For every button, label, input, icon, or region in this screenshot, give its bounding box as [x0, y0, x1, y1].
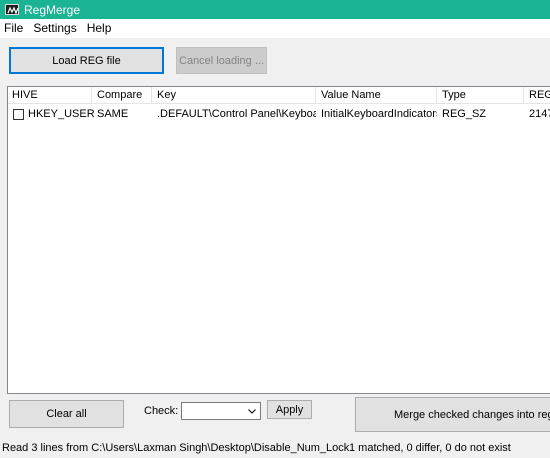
check-label: Check:	[144, 405, 179, 417]
menu-help[interactable]: Help	[82, 19, 117, 38]
column-header-key[interactable]: Key	[153, 87, 316, 104]
cell-hive: HKEY_USERS	[28, 108, 94, 120]
title-bar: RegMerge	[0, 0, 550, 19]
column-header-compare[interactable]: Compare	[93, 87, 152, 104]
cell-type: REG_SZ	[442, 108, 487, 120]
check-dropdown[interactable]	[181, 402, 261, 420]
table-row[interactable]: HKEY_USERS SAME .DEFAULT\Control Panel\K…	[8, 105, 550, 124]
menu-bar: File Settings Help	[0, 19, 550, 38]
window-title: RegMerge	[24, 2, 81, 17]
status-message: Read 3 lines from C:\Users\Laxman Singh\…	[2, 442, 349, 454]
check-dropdown-value	[182, 402, 186, 420]
row-checkbox[interactable]	[13, 109, 24, 120]
column-header-reg[interactable]: REG s	[525, 87, 550, 104]
regmerge-app-icon	[5, 4, 19, 15]
cell-compare: SAME	[97, 108, 129, 120]
status-summary: 1 matched, 0 differ, 0 do not exist	[349, 442, 511, 454]
menu-file[interactable]: File	[0, 19, 28, 38]
registry-list[interactable]: HIVE Compare Key Value Name Type REG s H…	[7, 86, 550, 394]
merge-changes-button[interactable]: Merge checked changes into registry o	[355, 397, 550, 432]
cell-value-name: InitialKeyboardIndicators	[321, 108, 437, 120]
cell-key: .DEFAULT\Control Panel\Keyboard	[157, 108, 316, 120]
load-reg-file-button[interactable]: Load REG file	[9, 47, 164, 74]
column-header-value-name[interactable]: Value Name	[317, 87, 437, 104]
apply-button[interactable]: Apply	[267, 400, 312, 419]
cancel-loading-button[interactable]: Cancel loading ...	[176, 47, 267, 74]
cell-reg: 2147	[529, 108, 550, 120]
column-header-type[interactable]: Type	[438, 87, 524, 104]
list-header: HIVE Compare Key Value Name Type REG s	[8, 87, 550, 104]
chevron-down-icon	[246, 405, 258, 417]
column-header-hive[interactable]: HIVE	[8, 87, 92, 104]
status-bar: Read 3 lines from C:\Users\Laxman Singh\…	[0, 438, 550, 458]
clear-all-button[interactable]: Clear all	[9, 400, 124, 428]
menu-settings[interactable]: Settings	[28, 19, 81, 38]
